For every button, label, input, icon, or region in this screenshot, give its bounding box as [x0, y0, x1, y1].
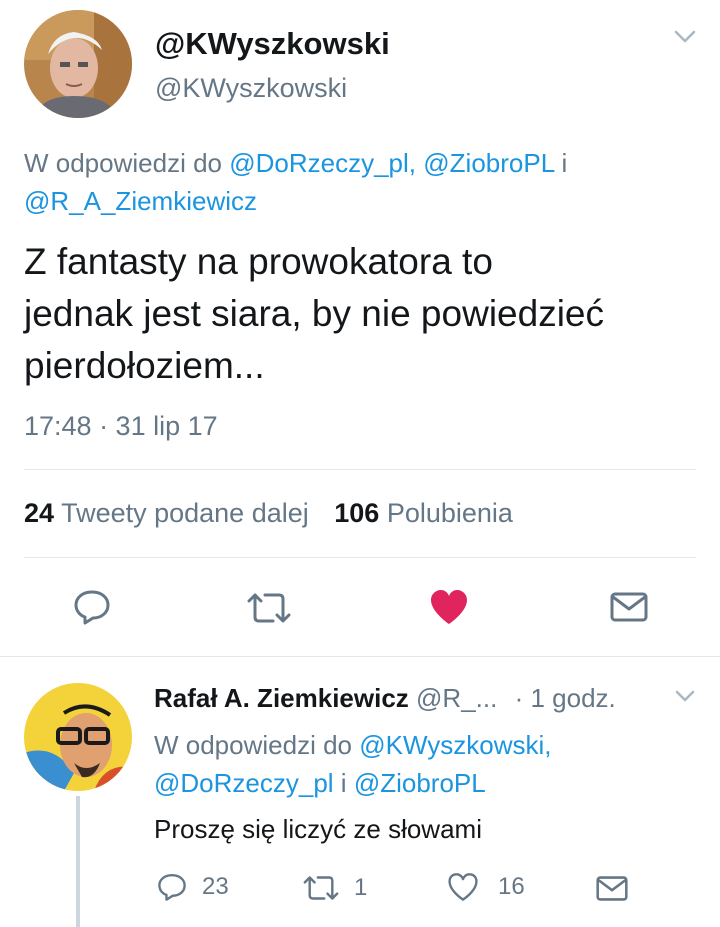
heart-icon — [446, 872, 480, 902]
reply-author-avatar[interactable] — [24, 683, 132, 791]
mention-link[interactable]: @KWyszkowski, — [359, 730, 551, 760]
heart-icon[interactable] — [428, 588, 470, 626]
divider — [24, 557, 696, 558]
author-display-name[interactable]: @KWyszkowski — [155, 24, 390, 64]
reply-action-retweet[interactable]: 1 — [300, 874, 367, 902]
retweets-count: 24 — [24, 498, 55, 528]
envelope-icon[interactable] — [610, 591, 648, 623]
section-divider — [0, 656, 720, 657]
reply-context: W odpowiedzi do @KWyszkowski, @DoRzeczy_… — [154, 726, 674, 802]
retweet-count: 1 — [354, 874, 368, 901]
reply-prefix: W odpowiedzi do — [24, 148, 222, 178]
chevron-down-icon[interactable] — [675, 690, 695, 703]
retweet-icon[interactable] — [243, 591, 295, 625]
mention-link[interactable]: @R_A_Ziemkiewicz — [24, 186, 257, 216]
mention-link[interactable]: @ZiobroPL — [354, 768, 486, 798]
tweet-stats: 24 Tweety podane dalej 106 Polubienia — [24, 494, 513, 532]
likes-count: 106 — [334, 498, 380, 528]
reply-conjunction: i — [340, 768, 347, 798]
retweets-label: Tweety podane dalej — [61, 498, 309, 528]
retweet-icon — [300, 874, 342, 902]
reply-action-reply[interactable]: 23 — [156, 872, 229, 902]
tweet-timestamp[interactable]: 17:48 · 31 lip 17 — [24, 408, 218, 444]
reply-conjunction: i — [561, 148, 568, 178]
reply-header: Rafał A. Ziemkiewicz @R_... · 1 godz. — [154, 680, 616, 716]
mention-link[interactable]: @DoRzeczy_pl — [154, 768, 334, 798]
likes-label: Polubienia — [386, 498, 513, 528]
author-handle[interactable]: @KWyszkowski — [155, 70, 347, 106]
reply-author-handle[interactable]: @R_... — [416, 683, 497, 713]
reply-icon[interactable] — [72, 588, 112, 626]
retweets-stat[interactable]: 24 Tweety podane dalej — [24, 498, 316, 528]
reply-icon — [156, 872, 188, 902]
thread-line — [76, 796, 80, 927]
reply-author-name[interactable]: Rafał A. Ziemkiewicz — [154, 683, 409, 713]
mention-link[interactable]: @DoRzeczy_pl, — [229, 148, 416, 178]
author-avatar[interactable] — [24, 10, 132, 118]
chevron-down-icon[interactable] — [674, 30, 696, 44]
envelope-icon[interactable] — [596, 875, 628, 902]
likes-stat[interactable]: 106 Polubienia — [334, 498, 513, 528]
divider — [24, 469, 696, 470]
reply-time[interactable]: · 1 godz. — [515, 683, 616, 713]
like-count: 16 — [498, 873, 525, 900]
reply-action-like[interactable]: 16 — [446, 872, 525, 902]
reply-text: Proszę się liczyć ze słowami — [154, 814, 482, 844]
tweet-text: Z fantasty na prowokatora to jednak jest… — [24, 241, 604, 386]
reply-context: W odpowiedzi do @DoRzeczy_pl, @ZiobroPL … — [24, 144, 694, 220]
mention-link[interactable]: @ZiobroPL — [423, 148, 554, 178]
reply-count: 23 — [202, 873, 229, 900]
reply-prefix: W odpowiedzi do — [154, 730, 352, 760]
